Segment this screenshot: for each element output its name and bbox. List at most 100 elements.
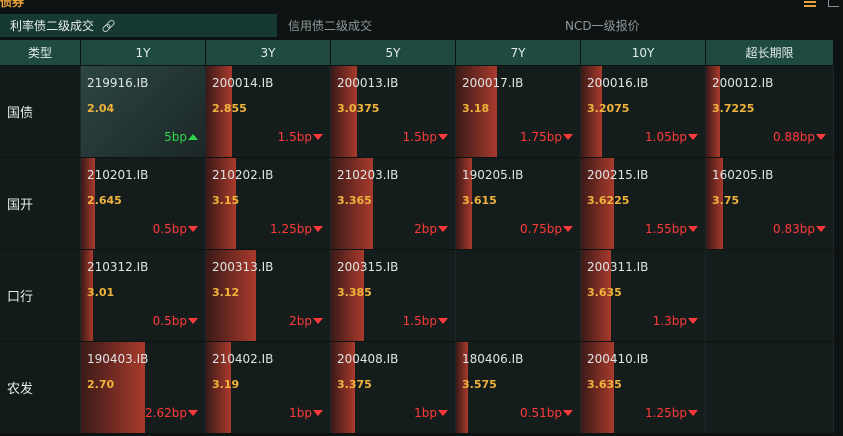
bond-cell[interactable]: 200012.IB 3.7225 0.88bp: [706, 66, 834, 157]
bond-cell[interactable]: 190403.IB 2.70 2.62bp: [81, 342, 206, 433]
triangle-down-icon: [438, 410, 448, 416]
bond-cell[interactable]: 200315.IB 3.385 1.5bp: [331, 250, 456, 341]
yield-change-value: 1bp: [414, 406, 437, 420]
bond-code: 160205.IB: [712, 168, 774, 182]
triangle-down-icon: [313, 226, 323, 232]
yield-change-value: 1.5bp: [402, 314, 437, 328]
header-row: 类型 1Y 3Y 5Y 7Y 10Y 超长期限: [0, 40, 834, 65]
triangle-down-icon: [688, 226, 698, 232]
bond-cell[interactable]: 200013.IB 3.0375 1.5bp: [331, 66, 456, 157]
bond-cell[interactable]: 210402.IB 3.19 1bp: [206, 342, 331, 433]
bond-cell[interactable]: 180406.IB 3.575 0.51bp: [456, 342, 581, 433]
yield-change: 1bp: [414, 406, 448, 420]
triangle-down-icon: [563, 134, 573, 140]
bond-cell[interactable]: 219916.IB 2.04 5bp: [81, 66, 206, 157]
bond-cell[interactable]: 210202.IB 3.15 1.25bp: [206, 158, 331, 249]
bond-code: 190403.IB: [87, 352, 149, 366]
header-ultra-long[interactable]: 超长期限: [706, 40, 834, 65]
triangle-down-icon: [563, 226, 573, 232]
tab-ncd-quotes[interactable]: NCD一级报价: [555, 14, 834, 37]
triangle-down-icon: [313, 410, 323, 416]
yield-change: 1.5bp: [278, 130, 323, 144]
triangle-down-icon: [563, 410, 573, 416]
yield-change-value: 1.05bp: [645, 130, 687, 144]
yield-change: 0.88bp: [773, 130, 826, 144]
bond-code: 200012.IB: [712, 76, 774, 90]
bond-cell[interactable]: 200408.IB 3.375 1bp: [331, 342, 456, 433]
yield-change-value: 1.3bp: [652, 314, 687, 328]
bond-cell[interactable]: 200410.IB 3.635 1.25bp: [581, 342, 706, 433]
scrollbar[interactable]: [835, 40, 843, 436]
yield-change-value: 1.75bp: [520, 130, 562, 144]
tab-credit-bond-trades[interactable]: 信用债二级成交: [278, 14, 555, 37]
yield-change-value: 0.88bp: [773, 130, 815, 144]
triangle-down-icon: [438, 318, 448, 324]
bond-code: 200215.IB: [587, 168, 649, 182]
bond-cell[interactable]: 200016.IB 3.2075 1.05bp: [581, 66, 706, 157]
header-1y[interactable]: 1Y: [81, 40, 206, 65]
bond-cell[interactable]: 200014.IB 2.855 1.5bp: [206, 66, 331, 157]
bond-cell[interactable]: 200313.IB 3.12 2bp: [206, 250, 331, 341]
top-bar: 债券: [0, 0, 843, 12]
bond-cell[interactable]: 190205.IB 3.615 0.75bp: [456, 158, 581, 249]
header-7y[interactable]: 7Y: [456, 40, 581, 65]
bond-cell[interactable]: 200215.IB 3.6225 1.55bp: [581, 158, 706, 249]
header-3y[interactable]: 3Y: [206, 40, 331, 65]
bond-code: 200408.IB: [337, 352, 399, 366]
tab-rate-bond-trades[interactable]: 利率债二级成交: [0, 14, 278, 37]
yield-change-value: 1bp: [289, 406, 312, 420]
bond-yield: 3.15: [212, 194, 240, 207]
list-icon[interactable]: [804, 0, 816, 7]
yield-change: 1.5bp: [403, 130, 448, 144]
bond-yield: 3.615: [462, 194, 497, 207]
yield-change: 2bp: [289, 314, 323, 328]
yield-change-value: 1.25bp: [645, 406, 687, 420]
bond-yield: 3.2075: [587, 102, 630, 115]
top-toolbar: [804, 0, 839, 7]
yield-change-value: 1.25bp: [270, 222, 312, 236]
bond-code: 200313.IB: [212, 260, 274, 274]
table-row: 国开 210201.IB 2.645 0.5bp 210202.IB 3.15 1.25bp…: [0, 157, 834, 249]
bond-yield: 3.75: [712, 194, 740, 207]
bond-code: 200410.IB: [587, 352, 649, 366]
yield-change: 1bp: [289, 406, 323, 420]
bond-yield: 3.6225: [587, 194, 630, 207]
bond-cell[interactable]: 210312.IB 3.01 0.5bp: [81, 250, 206, 341]
bond-code: 200017.IB: [462, 76, 524, 90]
bond-cell[interactable]: 200311.IB 3.635 1.3bp: [581, 250, 706, 341]
bond-cell[interactable]: 160205.IB 3.75 0.83bp: [706, 158, 834, 249]
yield-change: 0.83bp: [773, 222, 826, 236]
bond-code: 200016.IB: [587, 76, 649, 90]
row-label: 口行: [0, 250, 81, 341]
bond-code: 210312.IB: [87, 260, 149, 274]
bond-cell[interactable]: 210203.IB 3.365 2bp: [331, 158, 456, 249]
link-icon[interactable]: [102, 20, 113, 31]
empty-cell: [706, 342, 834, 433]
bond-code: 180406.IB: [462, 352, 524, 366]
triangle-down-icon: [188, 410, 198, 416]
triangle-down-icon: [188, 226, 198, 232]
bond-code: 210402.IB: [212, 352, 274, 366]
row-label: 农发: [0, 342, 81, 433]
triangle-up-icon: [188, 134, 198, 140]
yield-change-value: 1.5bp: [277, 130, 312, 144]
header-10y[interactable]: 10Y: [581, 40, 706, 65]
yield-change-value: 0.5bp: [152, 314, 187, 328]
yield-change: 0.5bp: [153, 222, 198, 236]
triangle-down-icon: [816, 134, 826, 140]
yield-change: 0.51bp: [520, 406, 573, 420]
header-5y[interactable]: 5Y: [331, 40, 456, 65]
header-type[interactable]: 类型: [0, 40, 81, 65]
empty-cell: [706, 250, 834, 341]
bond-cell[interactable]: 200017.IB 3.18 1.75bp: [456, 66, 581, 157]
bond-yield: 3.385: [337, 286, 372, 299]
bond-cell[interactable]: 210201.IB 2.645 0.5bp: [81, 158, 206, 249]
yield-change-value: 0.75bp: [520, 222, 562, 236]
tab-label: 利率债二级成交: [10, 19, 95, 33]
bond-code: 200013.IB: [337, 76, 399, 90]
bond-yield: 3.0375: [337, 102, 380, 115]
export-icon[interactable]: [828, 0, 839, 7]
table-row: 口行 210312.IB 3.01 0.5bp 200313.IB 3.12 2bp 2003…: [0, 249, 834, 341]
yield-change-value: 0.51bp: [520, 406, 562, 420]
table-row: 农发 190403.IB 2.70 2.62bp 210402.IB 3.19 1bp 200…: [0, 341, 834, 433]
